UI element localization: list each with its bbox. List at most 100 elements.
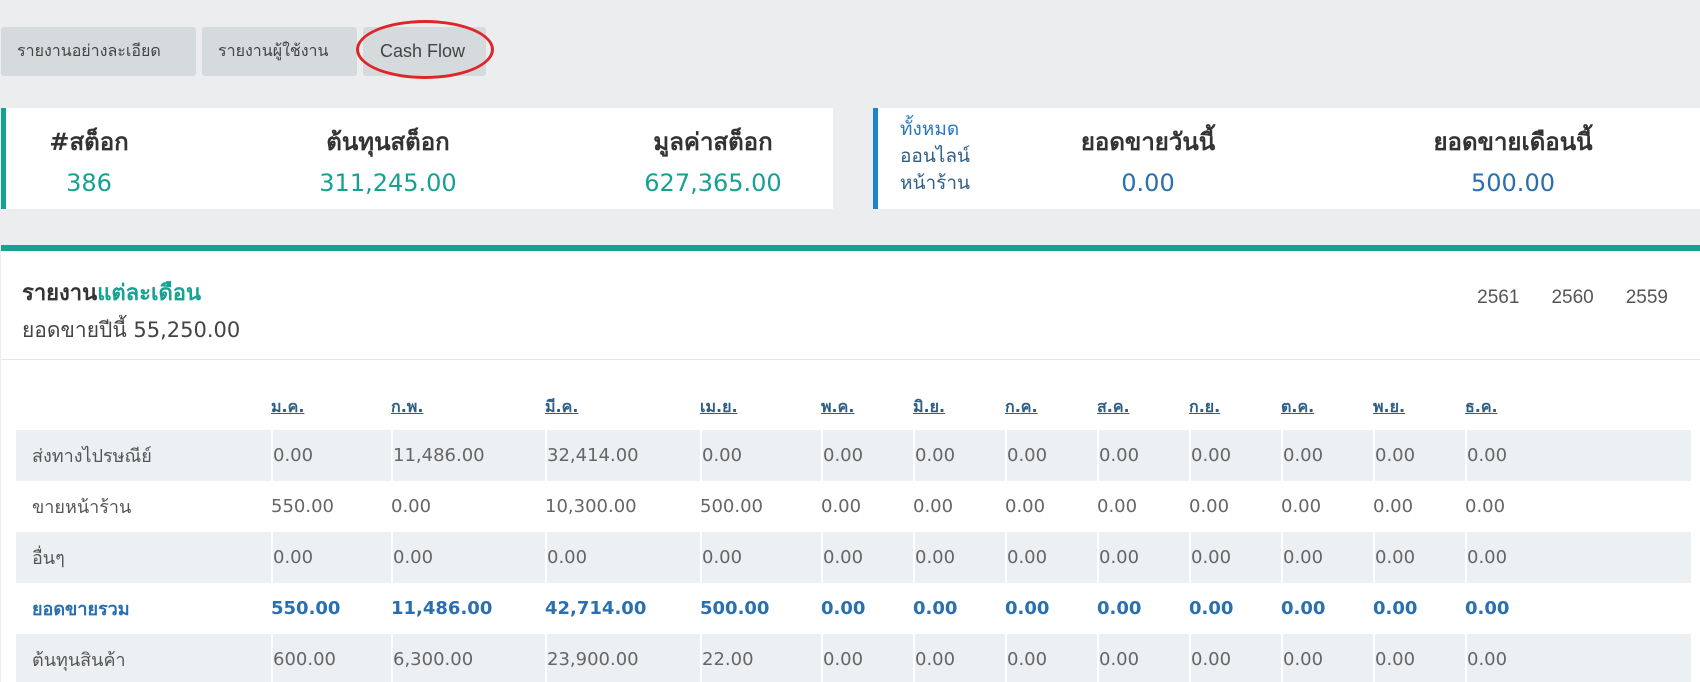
table-cell: 0.00 xyxy=(271,532,391,583)
month-header: มิ.ย. xyxy=(913,379,1005,430)
table-cell: 0.00 xyxy=(545,532,700,583)
monthly-report-panel: รายงานแต่ละเดือน ยอดขายปีนี้ 55,250.00 2… xyxy=(1,245,1700,682)
table-row-postal: ส่งทางไปรษณีย์ 0.00 11,486.00 32,414.00 … xyxy=(16,430,1691,481)
table-cell: 0.00 xyxy=(821,598,866,619)
table-cell: 0.00 xyxy=(1373,430,1465,481)
stock-summary-card: #สต็อก 386 ต้นทุนสต็อก 311,245.00 มูลค่า… xyxy=(1,108,833,209)
table-cell: 0.00 xyxy=(1005,532,1097,583)
table-cell: 500.00 xyxy=(700,496,763,517)
month-link[interactable]: ก.พ. xyxy=(391,397,423,416)
table-cell: 0.00 xyxy=(821,634,913,682)
sales-month-value: 500.00 xyxy=(1471,169,1555,197)
year-2561-link[interactable]: 2561 xyxy=(1477,287,1519,309)
table-cell: 0.00 xyxy=(1097,598,1142,619)
year-2560-link[interactable]: 2560 xyxy=(1551,287,1593,309)
table-cell: 0.00 xyxy=(1097,532,1189,583)
table-cell: 0.00 xyxy=(821,430,913,481)
table-cell: 550.00 xyxy=(271,496,334,517)
stock-cost-value: 311,245.00 xyxy=(319,169,457,197)
stock-value-label: มูลค่าสต็อก xyxy=(653,128,773,156)
row-label: อื่นๆ xyxy=(16,532,271,583)
month-link[interactable]: ม.ค. xyxy=(271,397,304,416)
table-cell: 0.00 xyxy=(1189,430,1281,481)
month-header: ก.ค. xyxy=(1005,379,1097,430)
month-header: ต.ค. xyxy=(1281,379,1373,430)
table-cell: 600.00 xyxy=(271,634,391,682)
table-cell: 0.00 xyxy=(271,430,391,481)
stock-cost-label: ต้นทุนสต็อก xyxy=(326,128,450,156)
sales-today-label: ยอดขายวันนี้ xyxy=(1080,128,1216,156)
row-label: ส่งทางไปรษณีย์ xyxy=(16,430,271,481)
table-row-other: อื่นๆ 0.00 0.00 0.00 0.00 0.00 0.00 0.00… xyxy=(16,532,1691,583)
sales-channel-filter: ทั้งหมด ออนไลน์ หน้าร้าน xyxy=(900,116,970,197)
stock-count-label: #สต็อก xyxy=(49,128,129,156)
channel-storefront-link[interactable]: หน้าร้าน xyxy=(900,170,970,197)
table-row-storefront: ขายหน้าร้าน 550.00 0.00 10,300.00 500.00… xyxy=(16,481,1691,532)
table-cell: 0.00 xyxy=(913,496,954,517)
report-tabs: รายงานอย่างละเอียด รายงานผู้ใช้งาน Cash … xyxy=(1,27,486,76)
table-cell: 0.00 xyxy=(913,532,1005,583)
month-header: พ.ย. xyxy=(1373,379,1465,430)
table-cell: 0.00 xyxy=(1005,598,1050,619)
sales-month-stat: ยอดขายเดือนนี้ 500.00 xyxy=(1428,122,1598,197)
table-cell: 32,414.00 xyxy=(545,430,700,481)
month-header: ก.พ. xyxy=(391,379,545,430)
table-cell: 0.00 xyxy=(821,496,862,517)
table-cell: 0.00 xyxy=(1189,634,1281,682)
report-title-highlight: แต่ละเดือน xyxy=(97,281,202,306)
table-cell: 0.00 xyxy=(391,532,545,583)
table-cell: 0.00 xyxy=(913,430,1005,481)
tab-cash-flow[interactable]: Cash Flow xyxy=(363,27,486,76)
month-link[interactable]: ก.ย. xyxy=(1189,397,1220,416)
month-link[interactable]: เม.ย. xyxy=(700,397,738,416)
month-link[interactable]: มี.ค. xyxy=(545,397,578,416)
table-cell: 0.00 xyxy=(1465,532,1691,583)
monthly-sales-table: ม.ค. ก.พ. มี.ค. เม.ย. พ.ค. มิ.ย. ก.ค. ส.… xyxy=(16,379,1691,682)
month-header: พ.ค. xyxy=(821,379,913,430)
month-link[interactable]: ก.ค. xyxy=(1005,397,1038,416)
month-link[interactable]: พ.ย. xyxy=(1373,397,1405,416)
table-cell: 0.00 xyxy=(1373,598,1418,619)
table-cell: 11,486.00 xyxy=(391,598,493,619)
table-cell: 6,300.00 xyxy=(391,634,545,682)
table-cell: 0.00 xyxy=(1373,634,1465,682)
table-cell: 0.00 xyxy=(1281,532,1373,583)
tab-user-report[interactable]: รายงานผู้ใช้งาน xyxy=(202,27,357,76)
table-cell: 0.00 xyxy=(1465,496,1506,517)
table-cell: 0.00 xyxy=(913,598,958,619)
month-link[interactable]: พ.ค. xyxy=(821,397,854,416)
month-link[interactable]: ส.ค. xyxy=(1097,397,1130,416)
table-cell: 0.00 xyxy=(1465,430,1691,481)
sales-today-value: 0.00 xyxy=(1121,169,1175,197)
sales-month-label: ยอดขายเดือนนี้ xyxy=(1433,128,1593,156)
month-header: ส.ค. xyxy=(1097,379,1189,430)
year-2559-link[interactable]: 2559 xyxy=(1626,287,1668,309)
table-cell: 0.00 xyxy=(1189,532,1281,583)
table-cell: 0.00 xyxy=(1005,430,1097,481)
row-label: ยอดขายรวม xyxy=(32,599,130,620)
month-link[interactable]: มิ.ย. xyxy=(913,397,945,416)
table-cell: 0.00 xyxy=(1465,598,1510,619)
table-row-cost-of-goods: ต้นทุนสินค้า 600.00 6,300.00 23,900.00 2… xyxy=(16,634,1691,682)
table-cell: 22.00 xyxy=(700,634,821,682)
table-cell: 0.00 xyxy=(1465,634,1691,682)
month-link[interactable]: ต.ค. xyxy=(1281,397,1314,416)
table-cell: 11,486.00 xyxy=(391,430,545,481)
month-header: มี.ค. xyxy=(545,379,700,430)
table-cell: 500.00 xyxy=(700,598,770,619)
table-cell: 0.00 xyxy=(913,634,1005,682)
month-header: ก.ย. xyxy=(1189,379,1281,430)
report-title-prefix: รายงาน xyxy=(22,281,98,306)
table-cell: 0.00 xyxy=(700,430,821,481)
table-cell: 0.00 xyxy=(1373,532,1465,583)
month-link[interactable]: ธ.ค. xyxy=(1465,397,1498,416)
month-header: ม.ค. xyxy=(271,379,391,430)
channel-online-link[interactable]: ออนไลน์ xyxy=(900,143,970,170)
table-cell: 550.00 xyxy=(271,598,341,619)
channel-all-link[interactable]: ทั้งหมด xyxy=(900,116,970,143)
table-cell: 0.00 xyxy=(1005,634,1097,682)
stock-value-stat: มูลค่าสต็อก 627,365.00 xyxy=(643,122,783,197)
table-cell: 0.00 xyxy=(1281,598,1326,619)
table-cell: 0.00 xyxy=(700,532,821,583)
tab-detailed-report[interactable]: รายงานอย่างละเอียด xyxy=(1,27,196,76)
